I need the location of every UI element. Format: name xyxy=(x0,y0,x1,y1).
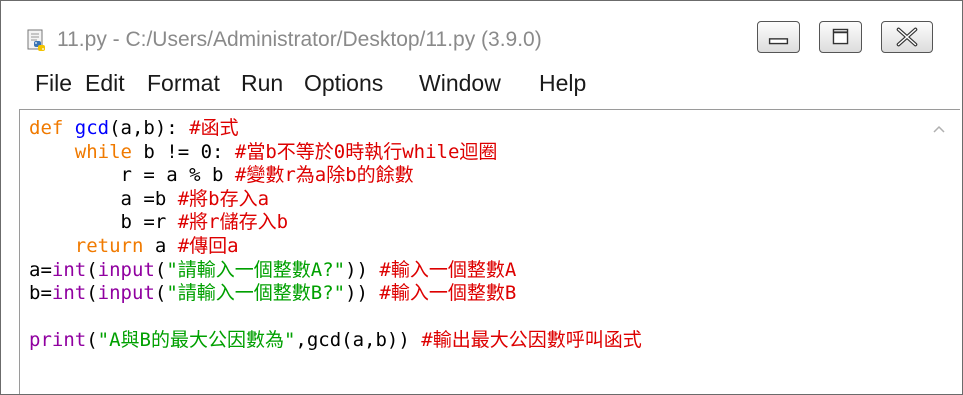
code-line[interactable]: b =r #將r儲存入b xyxy=(29,211,642,235)
close-button[interactable] xyxy=(881,21,933,53)
code-token: #將r儲存入b xyxy=(177,211,289,234)
maximize-icon xyxy=(832,28,849,45)
code-token: ( xyxy=(154,258,167,281)
python-file-icon xyxy=(25,29,49,53)
minimize-button[interactable] xyxy=(757,21,800,53)
window-title: 11.py - C:/Users/Administrator/Desktop/1… xyxy=(57,28,542,51)
menu-window[interactable]: Window xyxy=(419,69,501,97)
menu-run[interactable]: Run xyxy=(241,69,283,97)
code-token: a =b xyxy=(29,187,178,210)
code-token: ( xyxy=(86,329,98,352)
menu-bar: File Edit Format Run Options Window Help xyxy=(1,65,962,101)
code-line[interactable]: return a #傳回a xyxy=(29,235,642,259)
title-bar[interactable]: 11.py - C:/Users/Administrator/Desktop/1… xyxy=(1,1,962,61)
menu-options[interactable]: Options xyxy=(304,69,383,97)
code-token: while xyxy=(74,140,132,163)
code-token: def xyxy=(29,117,64,139)
scroll-up-icon[interactable] xyxy=(931,123,947,135)
code-token: "A與B的最大公因數為" xyxy=(97,329,296,352)
code-line[interactable]: r = a % b #變數r為a除b的餘數 xyxy=(29,164,642,188)
menu-edit[interactable]: Edit xyxy=(85,69,125,97)
code-token: #函式 xyxy=(189,117,239,139)
code-token: "請輸入一個整數A?" xyxy=(166,258,346,281)
code-token: ,gcd(a,b)) xyxy=(295,329,422,352)
code-text[interactable]: def gcd(a,b): #函式 while b != 0: #當b不等於0時… xyxy=(29,117,642,353)
code-token: #傳回a xyxy=(177,234,239,257)
code-line[interactable]: b=int(input("請輸入一個整數B?")) #輸入一個整數B xyxy=(29,282,642,306)
code-line[interactable]: def gcd(a,b): #函式 xyxy=(29,117,642,141)
code-token: input xyxy=(97,282,155,305)
code-token: #輸入一個整數A xyxy=(379,258,517,281)
code-token: int xyxy=(51,282,87,305)
code-token: #當b不等於0時執行while迴圈 xyxy=(234,140,498,163)
code-token: #輸入一個整數B xyxy=(379,282,517,305)
code-line[interactable]: while b != 0: #當b不等於0時執行while迴圈 xyxy=(29,141,642,165)
code-token: a xyxy=(143,234,178,257)
code-token: a= xyxy=(29,258,52,281)
code-token: return xyxy=(74,234,144,257)
menu-format[interactable]: Format xyxy=(147,69,220,97)
maximize-button[interactable] xyxy=(819,21,862,53)
code-token: r = a % b xyxy=(29,164,235,187)
code-token: ( xyxy=(86,258,98,281)
code-token: #變數r為a除b的餘數 xyxy=(234,164,414,187)
close-icon xyxy=(896,27,918,47)
menu-file[interactable]: File xyxy=(35,69,72,97)
code-token: b =r xyxy=(29,211,178,234)
menu-help[interactable]: Help xyxy=(539,69,586,97)
code-token: #輸出最大公因數呼叫函式 xyxy=(421,329,642,352)
code-token: ( xyxy=(154,282,167,305)
code-token: b= xyxy=(29,282,52,305)
code-line[interactable]: print("A與B的最大公因數為",gcd(a,b)) #輸出最大公因數呼叫函… xyxy=(29,329,642,353)
idle-editor-window: 11.py - C:/Users/Administrator/Desktop/1… xyxy=(0,0,963,395)
code-line[interactable] xyxy=(29,306,642,330)
code-token: "請輸入一個整數B?" xyxy=(166,282,346,305)
code-token: int xyxy=(51,258,87,281)
code-token: input xyxy=(97,258,155,281)
code-token: gcd xyxy=(74,117,110,139)
code-token: #將b存入a xyxy=(177,187,270,210)
code-token: ( xyxy=(86,282,98,305)
code-line[interactable]: a =b #將b存入a xyxy=(29,188,642,212)
code-token: )) xyxy=(345,282,380,305)
code-token: )) xyxy=(345,258,380,281)
code-token: print xyxy=(29,329,87,352)
code-token: (a,b): xyxy=(109,117,190,139)
minimize-icon xyxy=(768,38,789,45)
code-token: b != 0: xyxy=(131,140,235,163)
code-line[interactable]: a=int(input("請輸入一個整數A?")) #輸入一個整數A xyxy=(29,259,642,283)
